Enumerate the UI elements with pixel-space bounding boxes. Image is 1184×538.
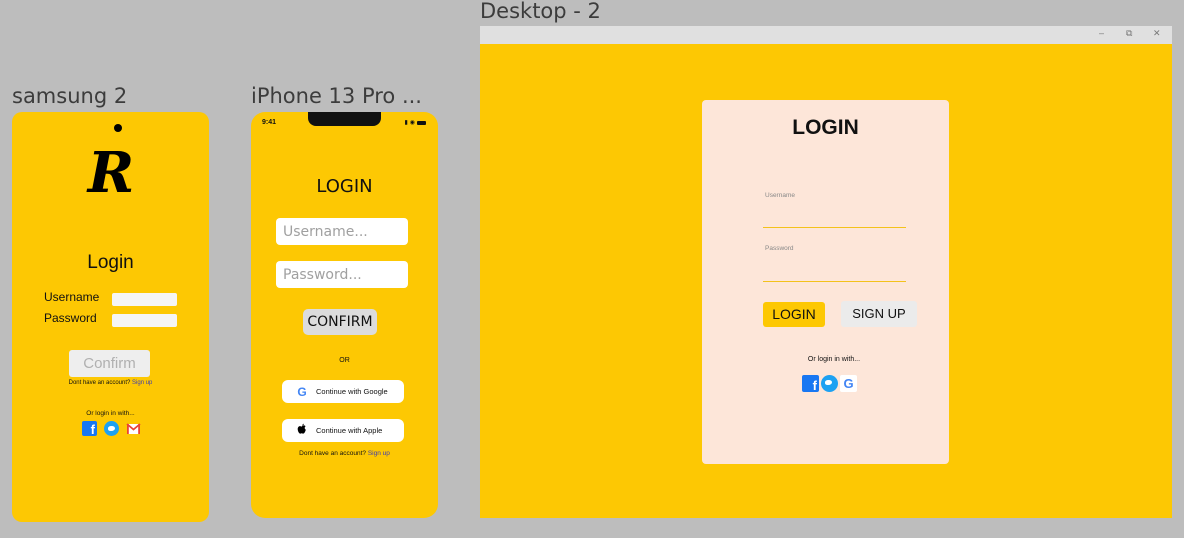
twitter-icon[interactable] [104, 421, 119, 436]
minimize-icon[interactable]: – [1099, 28, 1104, 38]
login-title: LOGIN [792, 116, 859, 139]
confirm-button[interactable]: CONFIRM [303, 309, 377, 335]
gmail-icon[interactable] [126, 421, 141, 436]
samsung-frame: R Login Username Password Confirm Dont h… [12, 112, 209, 522]
no-account-label: Dont have an account? [68, 380, 131, 386]
samsung-frame-label: samsung 2 [12, 84, 128, 108]
social-login-row: f G [802, 375, 857, 393]
front-camera [114, 124, 122, 132]
google-login-button[interactable]: G Continue with Google [282, 380, 404, 403]
restore-icon[interactable]: ⧉ [1126, 28, 1132, 39]
signup-link[interactable]: Sign up [132, 380, 152, 386]
no-account-text: Dont have an account? Sign up [251, 450, 438, 457]
password-input[interactable] [763, 281, 906, 282]
login-button[interactable]: LOGIN [763, 302, 825, 327]
or-divider: OR [339, 357, 350, 364]
desktop-frame-label: Desktop - 2 [480, 0, 601, 23]
password-label: Password [44, 311, 97, 325]
notch [308, 112, 381, 126]
iphone-frame-label: iPhone 13 Pro ... [251, 84, 422, 108]
password-input[interactable]: Password... [276, 261, 408, 288]
battery-icon [417, 120, 426, 125]
google-icon[interactable]: G [840, 375, 857, 392]
google-icon: G [297, 384, 307, 399]
no-account-label: Dont have an account? [299, 450, 366, 457]
iphone-frame: 9:41 ▮ ◉ LOGIN Username... Password... C… [251, 112, 438, 518]
username-label: Username [765, 192, 795, 199]
window-titlebar: – ⧉ ✕ [480, 26, 1172, 44]
apple-icon [294, 423, 310, 438]
no-account-text: Dont have an account? Sign up [12, 380, 209, 386]
or-login-text: Or login in with... [86, 410, 135, 417]
login-title: LOGIN [316, 176, 373, 197]
confirm-button[interactable]: Confirm [69, 350, 150, 377]
app-logo: R [87, 140, 135, 206]
apple-button-label: Continue with Apple [316, 426, 383, 435]
password-label: Password [765, 245, 794, 252]
password-field[interactable] [112, 314, 177, 327]
wifi-icon: ◉ [409, 120, 415, 126]
facebook-icon[interactable]: f [802, 375, 819, 393]
signal-icon: ▮ [404, 120, 408, 126]
social-login-row: f [82, 421, 141, 437]
signup-button[interactable]: SIGN UP [841, 301, 917, 327]
username-label: Username [44, 290, 100, 304]
facebook-icon[interactable]: f [82, 421, 97, 437]
signup-link[interactable]: Sign up [368, 450, 390, 457]
close-icon[interactable]: ✕ [1153, 28, 1161, 39]
username-field[interactable] [112, 293, 177, 306]
username-input[interactable] [763, 227, 906, 228]
status-icons: ▮ ◉ [404, 119, 426, 126]
or-login-text: Or login in with... [807, 356, 861, 363]
login-title: Login [87, 252, 134, 273]
username-input[interactable]: Username... [276, 218, 408, 245]
twitter-icon[interactable] [821, 375, 838, 392]
apple-login-button[interactable]: Continue with Apple [282, 419, 404, 442]
status-time: 9:41 [262, 119, 277, 126]
login-card: LOGIN Username Password LOGIN SIGN UP Or… [702, 100, 949, 464]
desktop-frame: – ⧉ ✕ LOGIN Username Password LOGIN SIGN… [480, 26, 1172, 518]
google-button-label: Continue with Google [316, 387, 388, 396]
